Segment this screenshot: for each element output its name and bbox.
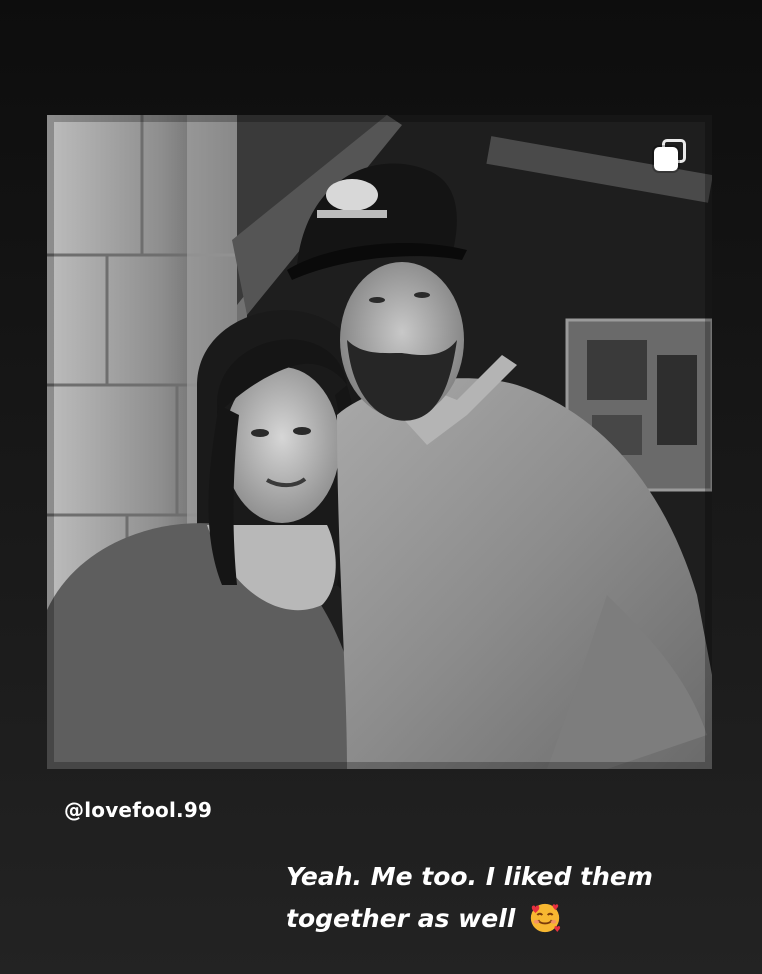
multiple-images-icon[interactable] xyxy=(654,139,688,173)
story-view: @lovefool.99 Yeah. Me too. I liked them … xyxy=(0,0,762,974)
smiling-face-with-hearts-emoji xyxy=(530,903,561,933)
caption-line-1: Yeah. Me too. I liked them xyxy=(286,862,653,891)
mention-link[interactable]: @lovefool.99 xyxy=(64,798,212,822)
caption-line-2-text: together as well xyxy=(286,904,516,933)
caption-line-2: together as well xyxy=(286,898,726,940)
story-caption: Yeah. Me too. I liked them together as w… xyxy=(286,856,726,940)
story-photo[interactable] xyxy=(47,115,712,769)
multiple-images-icon-front xyxy=(654,147,678,171)
photo-image xyxy=(47,115,712,769)
